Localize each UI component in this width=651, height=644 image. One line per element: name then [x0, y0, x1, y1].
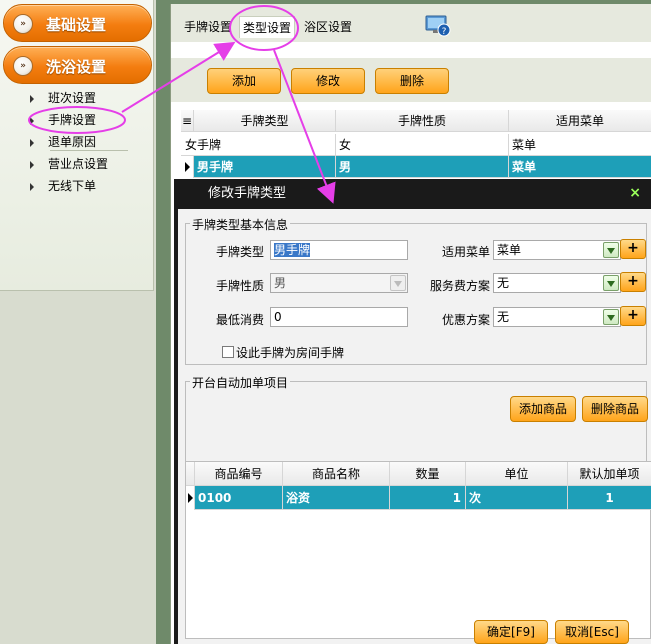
table-row[interactable]: 女手牌 女 菜单	[181, 134, 651, 156]
discount-select[interactable]: 无	[493, 307, 621, 327]
expand-icon: »	[13, 56, 33, 76]
arrow-right-icon	[30, 182, 34, 191]
close-icon[interactable]: ×	[629, 185, 641, 201]
sidebar: » 基础设置 » 洗浴设置 班次设置 手牌设置 退单原因 营业点设置 无线下单	[0, 0, 156, 644]
chevron-down-icon	[603, 275, 619, 291]
table-row-selected[interactable]: 男手牌 男 菜单	[181, 156, 651, 178]
add-goods-button[interactable]: 添加商品	[510, 396, 576, 422]
table-cell: 次	[466, 486, 568, 510]
row-indicator-header: ≡	[181, 110, 194, 132]
ok-button[interactable]: 确定[F9]	[474, 620, 548, 644]
column-header[interactable]: 单位	[466, 462, 568, 486]
table-cell: 1	[568, 486, 651, 510]
column-header[interactable]: 手牌类型	[194, 110, 336, 132]
arrow-right-icon	[30, 160, 34, 169]
row-indicator	[181, 156, 194, 178]
room-wristband-checkbox[interactable]	[222, 346, 234, 358]
sidebar-item-return-reason[interactable]: 退单原因	[30, 132, 96, 152]
sidebar-group-label: 洗浴设置	[46, 58, 107, 76]
sidebar-group-label: 基础设置	[46, 16, 107, 34]
min-spend-input[interactable]: 0	[270, 307, 408, 327]
nature-label: 手牌性质	[215, 279, 264, 293]
menu-select[interactable]: 菜单	[493, 240, 621, 260]
column-header[interactable]: 手牌性质	[336, 110, 509, 132]
row-indicator	[186, 486, 195, 510]
table-cell: 1	[390, 486, 466, 510]
sidebar-item-wristband[interactable]: 手牌设置	[30, 110, 96, 130]
section-title: 手牌类型基本信息	[190, 216, 291, 233]
row-indicator-header	[186, 462, 195, 486]
sidebar-group-bath[interactable]: » 洗浴设置	[3, 46, 152, 84]
service-fee-label: 服务费方案	[429, 279, 490, 293]
chevron-down-icon	[603, 309, 619, 325]
column-header[interactable]: 商品编号	[195, 462, 283, 486]
table-cell: 女手牌	[181, 134, 336, 156]
arrow-right-icon	[30, 94, 34, 103]
table-header: 商品编号 商品名称 数量 单位 默认加单项	[186, 462, 651, 486]
tab-bath-area[interactable]: 浴区设置	[301, 16, 355, 38]
add-button[interactable]: 添加	[207, 68, 281, 94]
table-row-selected[interactable]: 0100 浴资 1 次 1	[186, 486, 651, 510]
expand-icon: »	[13, 14, 33, 34]
chevron-down-icon	[390, 275, 406, 291]
chevron-down-icon	[603, 242, 619, 258]
menu-label: 适用菜单	[441, 245, 490, 259]
column-header[interactable]: 适用菜单	[509, 110, 651, 132]
edit-type-dialog: 修改手牌类型 × 手牌类型基本信息 手牌类型 男手牌 手牌性质 男 最低消费 0…	[174, 179, 651, 644]
edit-button[interactable]: 修改	[291, 68, 365, 94]
toolbar: 添加 修改 删除	[171, 58, 651, 102]
type-input[interactable]: 男手牌	[270, 240, 408, 260]
delete-button[interactable]: 删除	[375, 68, 449, 94]
type-label: 手牌类型	[215, 245, 264, 259]
arrow-right-icon	[30, 116, 34, 125]
tab-wristband[interactable]: 手牌设置	[181, 16, 235, 38]
table-cell: 男手牌	[194, 156, 336, 178]
help-icon[interactable]: ?	[425, 15, 451, 37]
table-cell: 0100	[195, 486, 283, 510]
sidebar-item-shift[interactable]: 班次设置	[30, 88, 96, 108]
add-service-fee-button[interactable]: +	[620, 272, 646, 292]
tab-bar: 手牌设置 类型设置 浴区设置 ?	[171, 4, 651, 42]
nature-select: 男	[270, 273, 408, 293]
delete-goods-button[interactable]: 删除商品	[582, 396, 648, 422]
column-header[interactable]: 商品名称	[283, 462, 390, 486]
sidebar-group-basic[interactable]: » 基础设置	[3, 4, 152, 42]
min-spend-label: 最低消费	[215, 313, 264, 327]
dialog-body: 手牌类型基本信息 手牌类型 男手牌 手牌性质 男 最低消费 0 适用菜单 菜单 …	[178, 209, 651, 644]
room-wristband-label: 设此手牌为房间手牌	[236, 346, 345, 360]
table-cell: 浴资	[283, 486, 390, 510]
discount-label: 优惠方案	[441, 313, 490, 327]
add-discount-button[interactable]: +	[620, 306, 646, 326]
add-menu-button[interactable]: +	[620, 239, 646, 259]
table-cell: 男	[336, 156, 509, 178]
column-header[interactable]: 默认加单项	[568, 462, 651, 486]
divider	[50, 150, 128, 151]
table-header: ≡ 手牌类型 手牌性质 适用菜单	[181, 110, 651, 132]
cancel-button[interactable]: 取消[Esc]	[555, 620, 629, 644]
sidebar-item-wireless[interactable]: 无线下单	[30, 176, 96, 196]
column-header[interactable]: 数量	[390, 462, 466, 486]
table-cell: 女	[336, 134, 509, 156]
goods-table: 商品编号 商品名称 数量 单位 默认加单项 0100 浴资 1 次 1	[185, 461, 651, 639]
svg-text:?: ?	[442, 27, 447, 37]
sidebar-item-outlet[interactable]: 营业点设置	[30, 154, 108, 174]
arrow-right-icon	[30, 138, 34, 147]
service-fee-select[interactable]: 无	[493, 273, 621, 293]
table-cell: 菜单	[509, 134, 651, 156]
table-cell: 菜单	[509, 156, 651, 178]
dialog-title: 修改手牌类型	[208, 186, 287, 201]
sidebar-panel: » 基础设置 » 洗浴设置 班次设置 手牌设置 退单原因 营业点设置 无线下单	[0, 0, 154, 291]
section-title: 开台自动加单项目	[190, 374, 291, 391]
tab-type[interactable]: 类型设置	[239, 16, 296, 38]
